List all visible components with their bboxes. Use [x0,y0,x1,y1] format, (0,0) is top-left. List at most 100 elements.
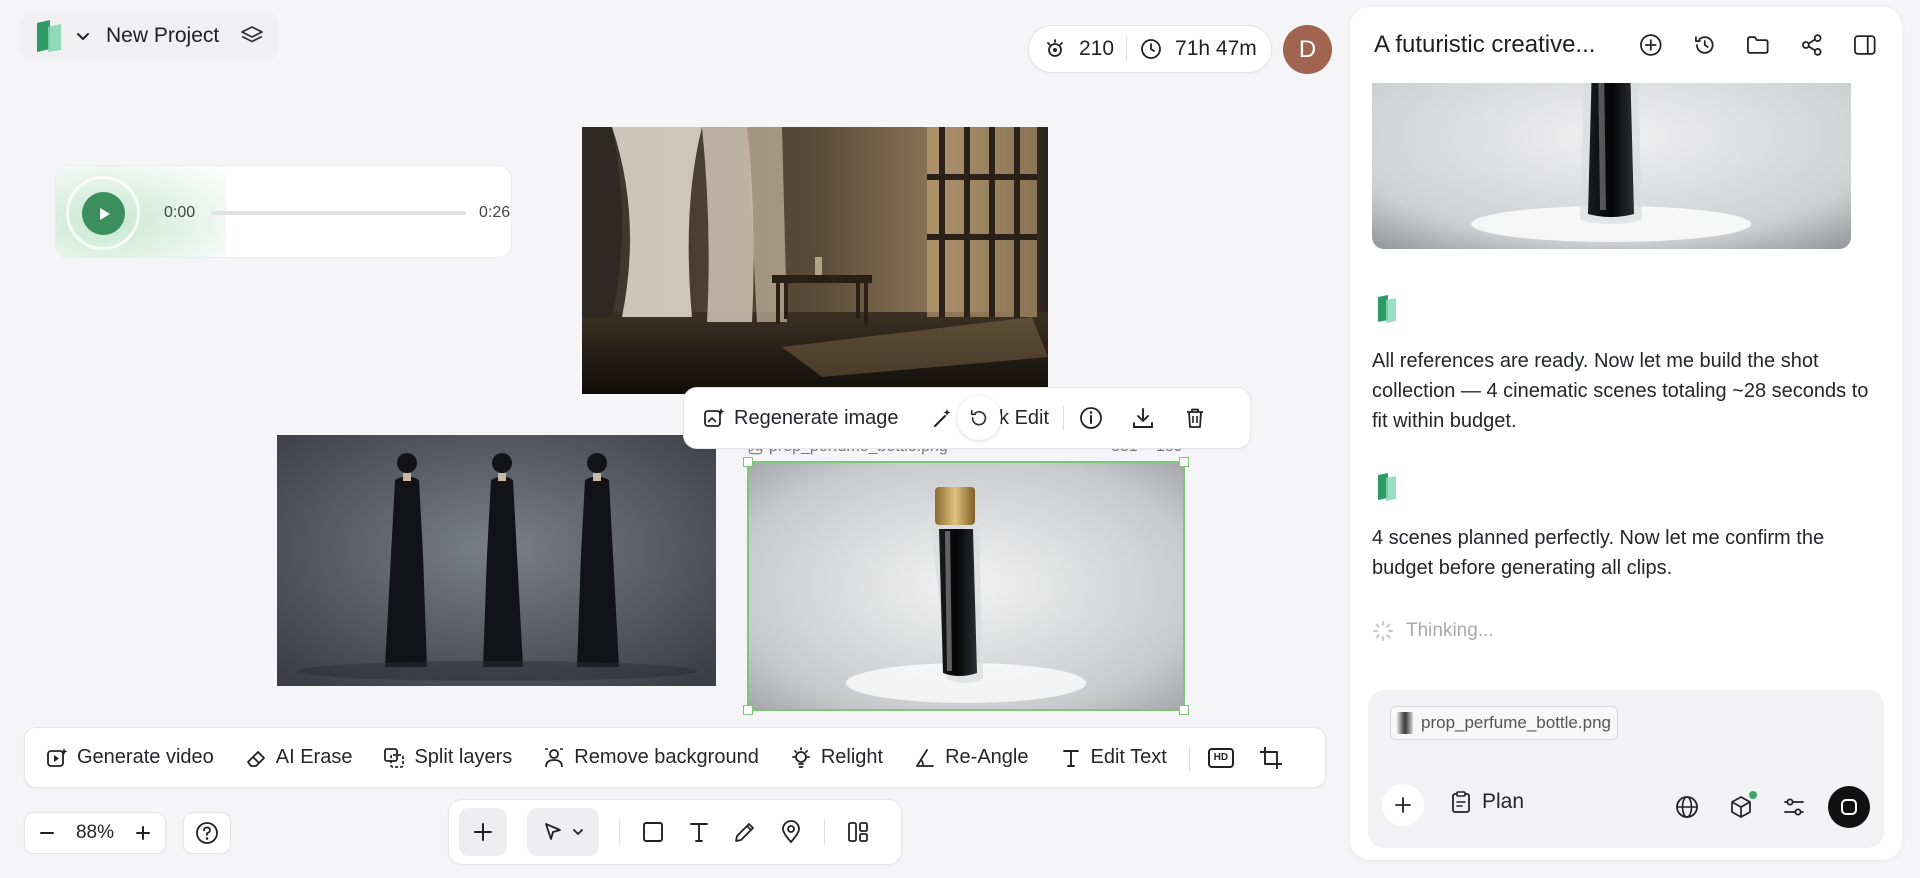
globe-icon[interactable] [1674,794,1700,820]
attachment-chip[interactable]: prop_perfume_bottle.png [1390,706,1618,740]
resize-handle-bottom-right[interactable] [1179,705,1189,715]
stop-button[interactable] [1828,786,1870,828]
rotate-icon[interactable] [956,396,1001,440]
chevron-down-icon[interactable] [74,27,92,45]
zoom-level[interactable]: 88% [76,822,114,844]
pencil-tool-icon[interactable] [732,819,758,845]
quick-edit-button[interactable]: ick Edit [931,396,1049,440]
canvas-image-room[interactable] [582,127,1048,394]
sidebar-toggle-icon[interactable] [1852,32,1878,58]
download-icon[interactable] [1130,405,1156,431]
remove-background-label: Remove background [574,746,759,768]
project-header: New Project [20,12,280,60]
plus-icon [471,820,495,844]
share-icon[interactable] [1799,32,1825,58]
quick-edit-icon [931,406,955,430]
relight-label: Relight [820,746,884,768]
edit-toolbar: Generate video AI Erase Split layers Rem… [24,727,1326,788]
thinking-text: Thinking... [1406,620,1494,641]
stop-icon [1840,798,1858,816]
spinner-icon [1372,620,1394,642]
remove-background-button[interactable]: Remove background [542,746,759,770]
relight-button[interactable]: Relight [789,746,883,770]
time-remaining: 71h 47m [1175,37,1257,60]
angle-icon [913,746,937,770]
zoom-out-icon[interactable] [37,823,57,843]
resize-handle-top-left[interactable] [743,457,753,467]
history-icon[interactable] [1692,32,1718,58]
audio-player[interactable]: 0:00 0:26 [55,165,512,258]
divider [1126,37,1128,61]
attachment-name: prop_perfume_bottle.png [1421,713,1611,732]
audio-duration: 0:26 [479,204,511,221]
thinking-indicator: Thinking... [1372,620,1494,642]
assistant-message-2: 4 scenes planned perfectly. Now let me c… [1372,527,1825,579]
rectangle-tool-icon[interactable] [640,819,666,845]
hd-icon[interactable]: HD [1207,747,1234,768]
new-chat-icon[interactable] [1638,32,1664,58]
resize-handle-bottom-left[interactable] [743,705,753,715]
credits-count: 210 [1079,37,1115,60]
divider [1188,745,1190,770]
regenerate-image-button[interactable]: Regenerate image [702,406,899,430]
assistant-logo-icon [1376,472,1398,502]
layout-grid-icon[interactable] [845,819,871,845]
zoom-in-icon[interactable] [133,823,153,843]
generate-video-label: Generate video [77,746,214,768]
text-tool-icon[interactable] [686,819,712,845]
split-layers-icon [382,746,406,770]
audio-seek-bar[interactable] [211,211,466,215]
plus-icon [1393,795,1413,815]
plan-label: Plan [1482,790,1525,813]
chevron-down-icon [571,825,585,839]
add-tool-button[interactable] [459,808,507,856]
regenerate-label: Regenerate image [734,406,899,429]
select-tool-button[interactable] [527,808,599,856]
image-action-toolbar: Regenerate image ick Edit [683,387,1251,449]
avatar[interactable]: D [1283,25,1332,74]
usage-indicator[interactable]: 210 71h 47m [1028,25,1272,73]
lightbulb-icon [789,746,813,770]
play-button[interactable] [82,192,125,235]
chat-image-perfume-preview[interactable] [1372,62,1851,249]
split-layers-button[interactable]: Split layers [382,746,512,770]
plan-toggle[interactable]: Plan [1450,790,1524,814]
folder-icon[interactable] [1745,32,1771,58]
edit-text-label: Edit Text [1090,746,1167,768]
split-layers-label: Split layers [414,746,513,768]
chat-panel-header: A futuristic creative... [1350,7,1902,83]
canvas-image-models[interactable] [277,435,716,686]
trash-icon[interactable] [1182,405,1208,431]
location-pin-icon[interactable] [778,819,804,845]
cursor-icon [541,820,565,844]
clipboard-icon [1450,790,1472,814]
ai-erase-button[interactable]: AI Erase [244,746,352,770]
text-icon [1059,746,1083,770]
chat-title[interactable]: A futuristic creative... [1374,31,1620,59]
credits-icon [1043,37,1067,61]
hd-label: HD [1213,752,1229,763]
app-logo-icon[interactable] [34,19,64,53]
edit-text-button[interactable]: Edit Text [1059,746,1167,770]
crop-icon[interactable] [1258,745,1284,771]
add-attachment-button[interactable] [1382,784,1424,826]
info-icon[interactable] [1078,405,1104,431]
divider [824,820,825,844]
settings-sliders-icon[interactable] [1781,794,1807,820]
project-name[interactable]: New Project [106,24,219,48]
attachment-thumbnail [1397,712,1413,734]
help-button[interactable] [183,812,231,854]
layers-icon[interactable] [239,23,265,49]
resize-handle-top-right[interactable] [1179,457,1189,467]
avatar-initial: D [1298,35,1317,63]
divider [619,820,620,844]
video-icon [45,746,69,770]
help-icon [194,820,220,846]
play-icon [95,205,113,223]
assistant-logo-icon [1376,294,1398,324]
re-angle-button[interactable]: Re-Angle [913,746,1029,770]
generate-video-button[interactable]: Generate video [45,746,214,770]
person-cutout-icon [542,746,566,770]
rotate-arrow-icon [968,407,990,429]
regenerate-icon [702,406,726,430]
